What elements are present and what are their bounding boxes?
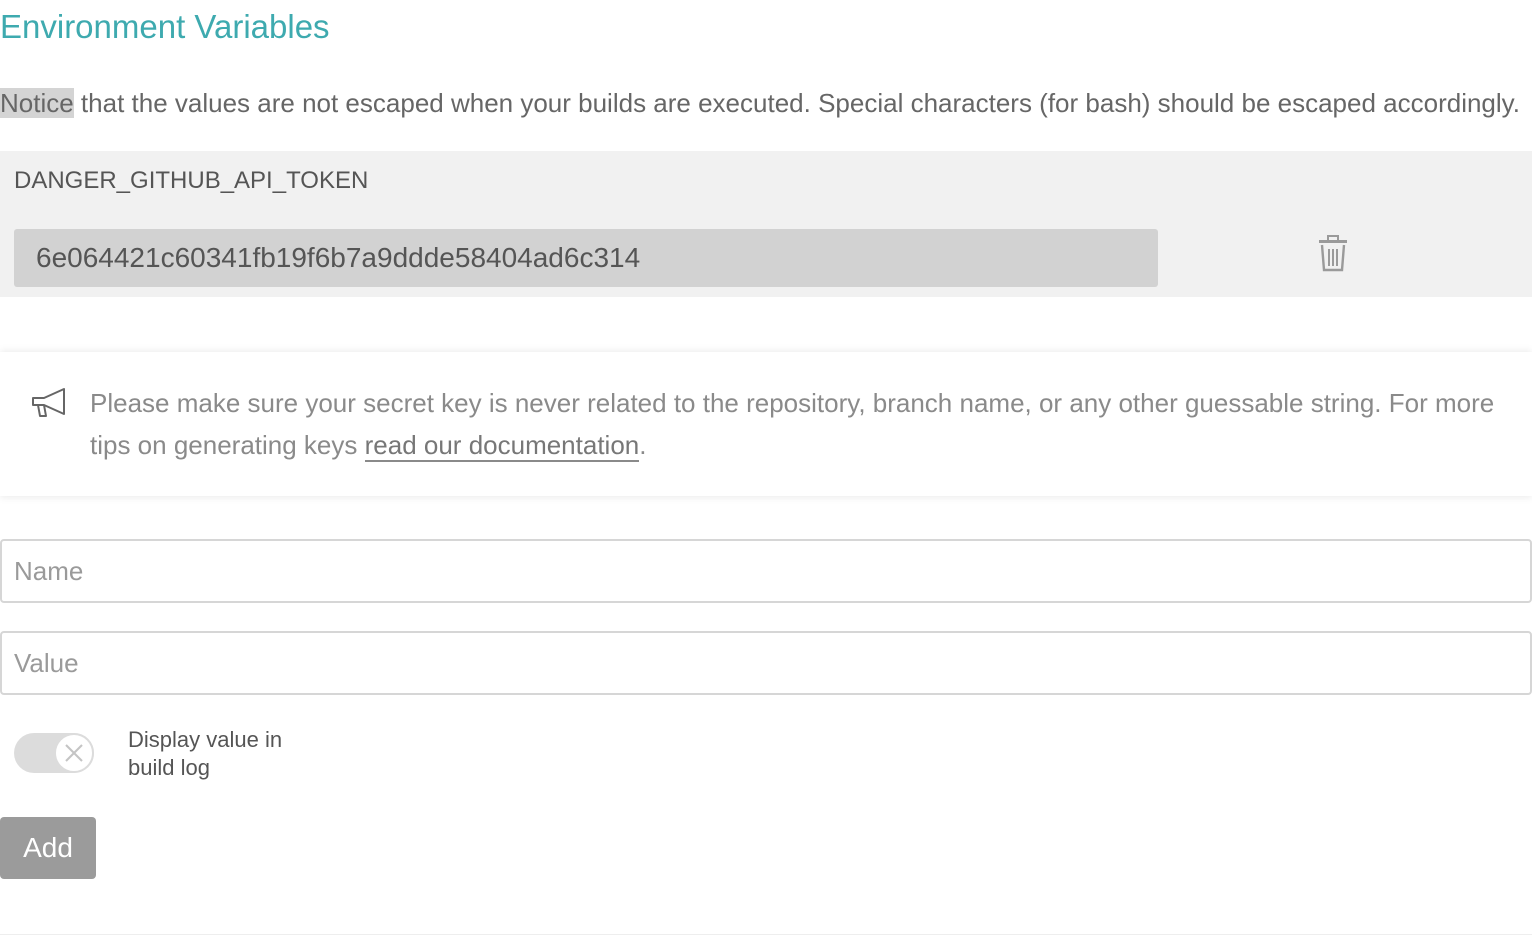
- documentation-link[interactable]: read our documentation: [364, 430, 640, 462]
- notice-body: that the values are not escaped when you…: [73, 88, 1520, 118]
- notice-highlight: Notice: [0, 88, 74, 118]
- value-input[interactable]: [0, 631, 1532, 695]
- trash-icon: [1319, 235, 1347, 272]
- toggle-knob: [54, 733, 94, 773]
- notice-text: Notice that the values are not escaped w…: [0, 84, 1532, 122]
- env-var-name: DANGER_GITHUB_API_TOKEN: [14, 167, 369, 194]
- section-title: Environment Variables: [0, 8, 330, 45]
- tip-text: Please make sure your secret key is neve…: [90, 382, 1510, 466]
- delete-variable-button[interactable]: [1316, 235, 1350, 273]
- divider: [0, 934, 1532, 935]
- env-var-value: 6e064421c60341fb19f6b7a9ddde58404ad6c314: [36, 242, 641, 273]
- env-var-row: DANGER_GITHUB_API_TOKEN 6e064421c60341fb…: [0, 151, 1532, 297]
- env-var-value-field: 6e064421c60341fb19f6b7a9ddde58404ad6c314: [14, 229, 1158, 287]
- megaphone-icon: [32, 388, 65, 417]
- add-button[interactable]: Add: [0, 817, 96, 879]
- close-icon: [65, 744, 83, 762]
- display-value-toggle[interactable]: [14, 733, 94, 773]
- tip-suffix: .: [639, 430, 647, 460]
- name-input[interactable]: [0, 539, 1532, 603]
- tip-message: Please make sure your secret key is neve…: [90, 388, 1495, 460]
- display-value-label: Display value in build log: [128, 727, 283, 780]
- security-tip: Please make sure your secret key is neve…: [0, 352, 1532, 496]
- env-vars-page: Environment Variables Notice that the va…: [0, 0, 1532, 936]
